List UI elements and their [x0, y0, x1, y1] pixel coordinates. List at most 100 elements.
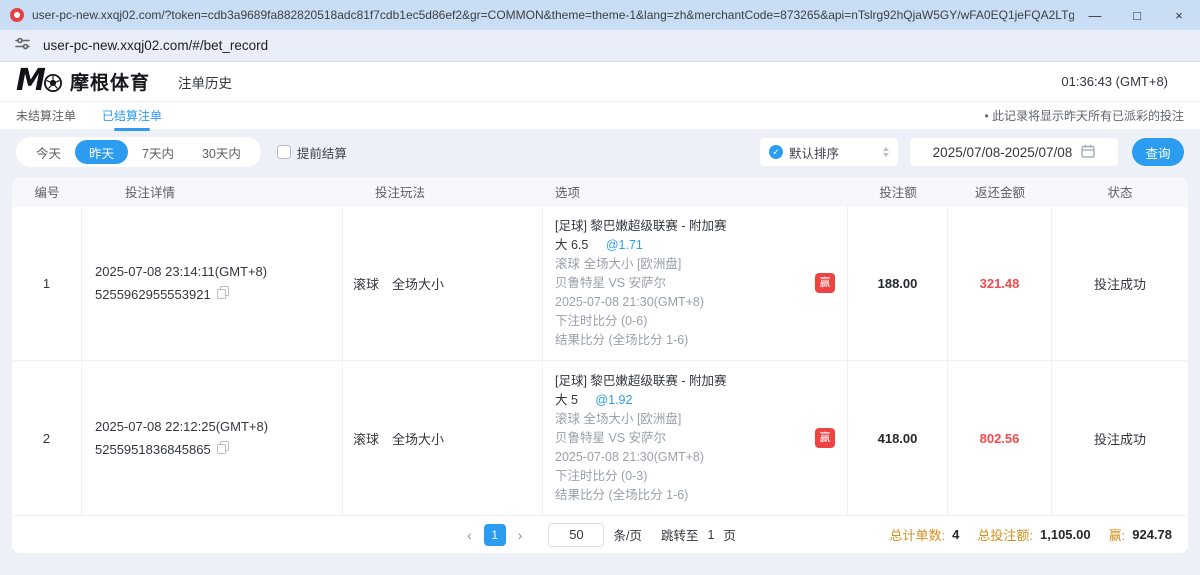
record-notice: • 此记录将显示昨天所有已派彩的投注	[984, 107, 1184, 124]
cell-status: 投注成功	[1052, 361, 1188, 515]
caret-updown-icon	[883, 147, 889, 157]
page-title: 注单历史	[178, 72, 232, 92]
option-bet-score: 下注时比分 (0-6)	[555, 312, 847, 331]
close-button[interactable]: ×	[1158, 0, 1200, 30]
header-no: 编号	[12, 182, 82, 201]
calendar-icon	[1081, 144, 1095, 161]
cell-no: 1	[12, 206, 82, 360]
prev-page-button[interactable]: ‹	[464, 527, 475, 543]
tab-unsettled[interactable]: 未结算注单	[16, 107, 76, 124]
cell-play: 滚球 全场大小	[343, 361, 543, 515]
range-30days[interactable]: 30天内	[188, 140, 255, 164]
page-unit-label: 页	[723, 525, 736, 544]
table-row: 1 2025-07-08 23:14:11(GMT+8) 52559629555…	[12, 205, 1188, 360]
bet-time: 2025-07-08 23:14:11(GMT+8)	[95, 264, 342, 279]
search-button[interactable]: 查询	[1132, 138, 1184, 166]
header-return: 返还金额	[948, 182, 1052, 201]
sort-selected-value: 默认排序	[789, 143, 883, 162]
page-size-input[interactable]	[548, 523, 604, 547]
total-stake-value: 1,105.00	[1040, 527, 1091, 542]
table-footer: ‹ 1 › 条/页 跳转至 1 页 总计单数: 4 总投注额: 1,105.00…	[12, 515, 1188, 553]
option-match-time: 2025-07-08 21:30(GMT+8)	[555, 448, 847, 467]
check-circle-icon: ✓	[769, 145, 783, 159]
per-page-label: 条/页	[613, 525, 641, 544]
option-league: [足球] 黎巴嫩超级联赛 - 附加赛	[555, 217, 847, 236]
browser-addressbar[interactable]: user-pc-new.xxqj02.com/#/bet_record	[0, 30, 1200, 62]
site-controls-icon[interactable]	[14, 35, 31, 57]
option-market: 滚球 全场大小 [欧洲盘]	[555, 255, 847, 274]
cell-detail: 2025-07-08 22:12:25(GMT+8) 5255951836845…	[82, 361, 343, 515]
next-page-button[interactable]: ›	[515, 527, 526, 543]
brand-logo: M	[16, 62, 64, 101]
option-market: 滚球 全场大小 [欧洲盘]	[555, 410, 847, 429]
url-text[interactable]: user-pc-new.xxqj02.com/#/bet_record	[43, 38, 268, 53]
header-stake: 投注额	[848, 182, 948, 201]
tab-settled[interactable]: 已结算注单	[102, 107, 162, 124]
header-detail: 投注详情	[82, 182, 343, 201]
filter-row: 今天 昨天 7天内 30天内 提前结算 ✓ 默认排序 2025/07/08-20…	[0, 129, 1200, 167]
cell-stake: 188.00	[848, 206, 948, 360]
brand-name: 摩根体育	[70, 68, 150, 95]
early-settle-checkbox[interactable]	[277, 145, 291, 159]
win-badge: 赢	[815, 273, 835, 293]
app-header: M 摩根体育 注单历史 01:36:43 (GMT+8)	[0, 62, 1200, 101]
clock: 01:36:43 (GMT+8)	[1061, 74, 1184, 89]
sort-select[interactable]: ✓ 默认排序	[760, 138, 898, 166]
option-match: 贝鲁特星 VS 安萨尔	[555, 429, 847, 448]
tab-bar: 未结算注单 已结算注单 • 此记录将显示昨天所有已派彩的投注	[0, 101, 1200, 129]
header-play: 投注玩法	[343, 182, 543, 201]
table-row: 2 2025-07-08 22:12:25(GMT+8) 52559518368…	[12, 360, 1188, 515]
total-count-value: 4	[952, 527, 959, 542]
cell-status: 投注成功	[1052, 206, 1188, 360]
header-option: 选项	[543, 182, 848, 201]
cell-stake: 418.00	[848, 361, 948, 515]
current-page-button[interactable]: 1	[484, 524, 506, 546]
total-count-label: 总计单数:	[890, 525, 946, 544]
svg-text:M: M	[16, 63, 46, 96]
option-odds: @1.92	[595, 393, 632, 407]
maximize-button[interactable]: □	[1116, 0, 1158, 30]
pagination: ‹ 1 › 条/页 跳转至 1 页	[464, 523, 736, 547]
option-league: [足球] 黎巴嫩超级联赛 - 附加赛	[555, 372, 847, 391]
window-controls: — □ ×	[1074, 0, 1200, 30]
browser-favicon	[10, 8, 24, 22]
option-odds: @1.71	[606, 238, 643, 252]
cell-option: [足球] 黎巴嫩超级联赛 - 附加赛 大 6.5 @1.71 滚球 全场大小 […	[543, 206, 848, 360]
minimize-button[interactable]: —	[1074, 0, 1116, 30]
option-result-score: 结果比分 (全场比分 1-6)	[555, 486, 847, 505]
cell-no: 2	[12, 361, 82, 515]
win-value: 924.78	[1132, 527, 1172, 542]
cell-detail: 2025-07-08 23:14:11(GMT+8) 5255962955553…	[82, 206, 343, 360]
cell-option: [足球] 黎巴嫩超级联赛 - 附加赛 大 5 @1.92 滚球 全场大小 [欧洲…	[543, 361, 848, 515]
range-today[interactable]: 今天	[22, 140, 75, 164]
cell-return: 802.56	[948, 361, 1052, 515]
bet-id: 5255962955553921	[95, 287, 211, 302]
option-result-score: 结果比分 (全场比分 1-6)	[555, 331, 847, 350]
option-pick: 大 5	[555, 393, 578, 407]
header-status: 状态	[1052, 182, 1188, 201]
bet-record-table: 编号 投注详情 投注玩法 选项 投注额 返还金额 状态 1 2025-07-08…	[12, 177, 1188, 553]
cell-return: 321.48	[948, 206, 1052, 360]
option-match-time: 2025-07-08 21:30(GMT+8)	[555, 293, 847, 312]
copy-icon[interactable]	[217, 286, 229, 302]
browser-titlebar: user-pc-new.xxqj02.com/?token=cdb3a9689f…	[0, 0, 1200, 30]
early-settle-label: 提前结算	[297, 143, 347, 162]
range-7days[interactable]: 7天内	[128, 140, 188, 164]
date-range-group: 今天 昨天 7天内 30天内	[16, 137, 261, 167]
option-bet-score: 下注时比分 (0-3)	[555, 467, 847, 486]
option-match: 贝鲁特星 VS 安萨尔	[555, 274, 847, 293]
jump-page-value[interactable]: 1	[707, 528, 714, 542]
date-range-input[interactable]: 2025/07/08-2025/07/08	[910, 138, 1118, 166]
win-label: 赢:	[1109, 525, 1126, 544]
copy-icon[interactable]	[217, 441, 229, 457]
bet-id: 5255951836845865	[95, 442, 211, 457]
early-settle-option[interactable]: 提前结算	[277, 143, 347, 162]
range-yesterday[interactable]: 昨天	[75, 140, 128, 164]
jump-to-label: 跳转至	[661, 525, 699, 544]
browser-tab-title: user-pc-new.xxqj02.com/?token=cdb3a9689f…	[32, 8, 1074, 22]
cell-play: 滚球 全场大小	[343, 206, 543, 360]
summary: 总计单数: 4 总投注额: 1,105.00 赢: 924.78	[890, 525, 1172, 544]
table-header-row: 编号 投注详情 投注玩法 选项 投注额 返还金额 状态	[12, 177, 1188, 205]
date-range-value: 2025/07/08-2025/07/08	[933, 145, 1073, 160]
option-pick: 大 6.5	[555, 238, 588, 252]
